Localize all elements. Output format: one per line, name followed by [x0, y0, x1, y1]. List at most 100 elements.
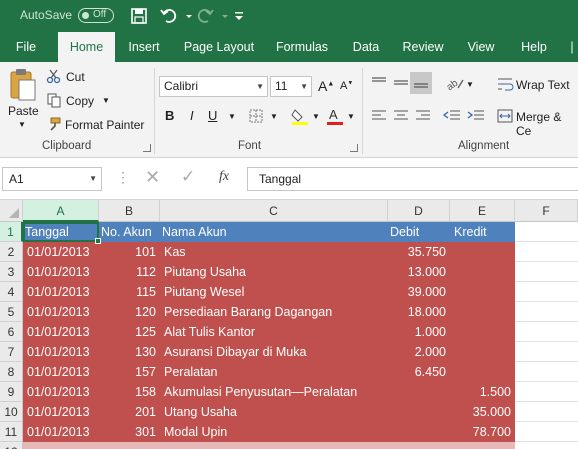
table-cell[interactable] [388, 382, 450, 402]
table-cell[interactable]: 120 [99, 302, 160, 322]
row-header[interactable]: 7 [0, 342, 23, 362]
table-cell[interactable]: 130 [99, 342, 160, 362]
table-cell[interactable]: 2.000 [388, 342, 450, 362]
table-cell[interactable] [450, 282, 515, 302]
borders-dropdown-icon[interactable]: ▼ [270, 112, 278, 121]
select-all-corner[interactable] [0, 200, 23, 222]
copy-dropdown-icon[interactable]: ▼ [102, 96, 110, 105]
wrap-text-button[interactable]: Wrap Text [516, 78, 570, 92]
table-cell[interactable]: 112 [99, 262, 160, 282]
paste-button[interactable]: Paste [8, 104, 39, 118]
table-cell[interactable] [388, 402, 450, 422]
bottom-align-button[interactable] [410, 72, 432, 94]
tab-view[interactable]: View [458, 32, 504, 62]
table-cell[interactable]: 125 [99, 322, 160, 342]
worksheet-grid[interactable]: A B C D E F 123456789101112 TanggalNo. A… [0, 200, 578, 449]
cut-icon[interactable] [46, 68, 62, 84]
row-header[interactable]: 11 [0, 422, 23, 442]
font-name-combo[interactable]: Calibri ▼ [159, 76, 268, 97]
table-cell[interactable]: 01/01/2013 [23, 262, 99, 282]
table-cell[interactable]: 6.450 [388, 362, 450, 382]
table-cell[interactable]: Kas [160, 242, 388, 262]
row-header[interactable]: 12 [0, 442, 23, 449]
font-color-icon[interactable]: A [325, 106, 345, 126]
middle-align-icon[interactable] [392, 76, 410, 90]
borders-icon[interactable] [248, 108, 266, 124]
table-cell[interactable] [450, 322, 515, 342]
orientation-icon[interactable]: ab [444, 74, 466, 92]
customize-qat-icon[interactable] [228, 5, 250, 27]
table-cell[interactable]: 01/01/2013 [23, 242, 99, 262]
table-cell[interactable]: Piutang Wesel [160, 282, 388, 302]
save-icon[interactable] [128, 5, 150, 27]
column-header-e[interactable]: E [450, 200, 515, 222]
increase-font-size-icon[interactable]: A▲ [318, 78, 334, 94]
table-cell[interactable]: Piutang Usaha [160, 262, 388, 282]
table-cell[interactable] [450, 242, 515, 262]
table-cell[interactable]: 01/01/2013 [23, 362, 99, 382]
font-size-combo[interactable]: 11 ▼ [270, 76, 312, 97]
row-header[interactable]: 5 [0, 302, 23, 322]
tab-insert[interactable]: Insert [120, 32, 168, 62]
enter-icon[interactable]: ✓ [181, 167, 195, 187]
table-cell[interactable]: 157 [99, 362, 160, 382]
table-cell[interactable]: Peralatan [160, 362, 388, 382]
top-align-icon[interactable] [370, 76, 388, 90]
table-cell[interactable]: 1.500 [450, 382, 515, 402]
column-header-f[interactable]: F [515, 200, 578, 222]
autosave-toggle[interactable]: Off [78, 8, 114, 23]
row-header[interactable]: 8 [0, 362, 23, 382]
row-header[interactable]: 6 [0, 322, 23, 342]
tab-formulas[interactable]: Formulas [270, 32, 334, 62]
table-cell[interactable]: 01/01/2013 [23, 382, 99, 402]
cancel-icon[interactable]: ✕ [145, 167, 160, 188]
table-cell[interactable]: 1.000 [388, 322, 450, 342]
underline-dropdown-icon[interactable]: ▼ [228, 112, 236, 121]
table-cell[interactable]: Akumulasi Penyusutan—Peralatan [160, 382, 388, 402]
table-cell[interactable]: 115 [99, 282, 160, 302]
table-cell[interactable]: 01/01/2013 [23, 302, 99, 322]
table-cell[interactable]: 35.000 [450, 402, 515, 422]
fill-color-icon[interactable] [290, 106, 310, 126]
tab-data[interactable]: Data [344, 32, 388, 62]
orientation-dropdown-icon[interactable]: ▼ [466, 80, 474, 89]
table-cell[interactable] [450, 362, 515, 382]
fill-color-dropdown-icon[interactable]: ▼ [312, 112, 320, 121]
table-cell[interactable]: Modal Upin [160, 422, 388, 442]
increase-indent-icon[interactable] [466, 108, 486, 124]
table-cell[interactable] [388, 422, 450, 442]
table-cell[interactable]: 201 [99, 402, 160, 422]
italic-button[interactable]: I [190, 108, 194, 123]
decrease-indent-icon[interactable] [442, 108, 462, 124]
table-cell[interactable]: 78.700 [450, 422, 515, 442]
tab-page-layout[interactable]: Page Layout [178, 32, 260, 62]
table-cell[interactable]: 01/01/2013 [23, 282, 99, 302]
row-header[interactable]: 3 [0, 262, 23, 282]
table-cell[interactable]: 35.750 [388, 242, 450, 262]
table-row-partial[interactable] [23, 442, 515, 449]
table-cell[interactable]: 01/01/2013 [23, 322, 99, 342]
table-cell[interactable] [450, 302, 515, 322]
redo-icon[interactable] [194, 5, 216, 27]
paste-dropdown-icon[interactable]: ▼ [18, 120, 26, 129]
row-header[interactable]: 10 [0, 402, 23, 422]
name-box[interactable]: A1 ▼ [2, 167, 102, 191]
tab-help[interactable]: Help [514, 32, 554, 62]
header-cell-kredit[interactable]: Kredit [450, 222, 515, 242]
table-cell[interactable]: 101 [99, 242, 160, 262]
column-header-a[interactable]: A [23, 200, 99, 222]
table-cell[interactable]: 158 [99, 382, 160, 402]
cut-button[interactable]: Cut [66, 70, 85, 84]
table-cell[interactable] [450, 342, 515, 362]
table-cell[interactable]: Persediaan Barang Dagangan [160, 302, 388, 322]
table-cell[interactable]: 13.000 [388, 262, 450, 282]
row-header[interactable]: 9 [0, 382, 23, 402]
header-cell-nama-akun[interactable]: Nama Akun [160, 222, 388, 242]
format-painter-button[interactable]: Format Painter [65, 118, 144, 132]
row-header[interactable]: 4 [0, 282, 23, 302]
font-launcher-icon[interactable] [350, 144, 358, 152]
tab-file[interactable]: File [6, 32, 46, 62]
table-cell[interactable]: Alat Tulis Kantor [160, 322, 388, 342]
column-header-d[interactable]: D [388, 200, 450, 222]
align-left-icon[interactable] [370, 108, 388, 124]
